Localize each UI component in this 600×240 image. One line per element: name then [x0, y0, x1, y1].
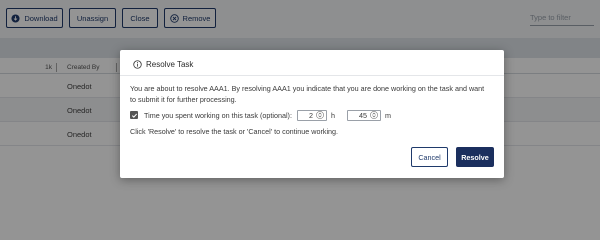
cancel-button[interactable]: Cancel [411, 147, 448, 167]
hours-value: 2 [308, 110, 313, 120]
time-spent-row: Time you spent working on this task (opt… [130, 109, 395, 121]
minutes-value: 45 [358, 110, 367, 120]
time-spent-checkbox[interactable] [130, 111, 138, 119]
stepper-arrows-icon[interactable] [316, 111, 324, 119]
dialog-header: Resolve Task [133, 60, 193, 69]
time-spent-label: Time you spent working on this task (opt… [144, 110, 292, 120]
check-icon [131, 113, 137, 118]
dialog-divider [120, 75, 504, 76]
dialog-title: Resolve Task [146, 60, 194, 69]
resolve-task-dialog: Resolve Task You are about to resolve AA… [120, 50, 504, 178]
minutes-unit: m [384, 110, 391, 120]
info-icon [133, 60, 142, 69]
minutes-stepper[interactable]: 45 [346, 109, 381, 121]
dialog-instruction: Click 'Resolve' to resolve the task or '… [130, 127, 339, 136]
stepper-arrows-icon[interactable] [370, 111, 378, 119]
hours-unit: h [330, 110, 335, 120]
hours-stepper[interactable]: 2 [296, 109, 327, 121]
resolve-button[interactable]: Resolve [456, 147, 494, 167]
dialog-description: You are about to resolve AAA1. By resolv… [130, 84, 485, 104]
